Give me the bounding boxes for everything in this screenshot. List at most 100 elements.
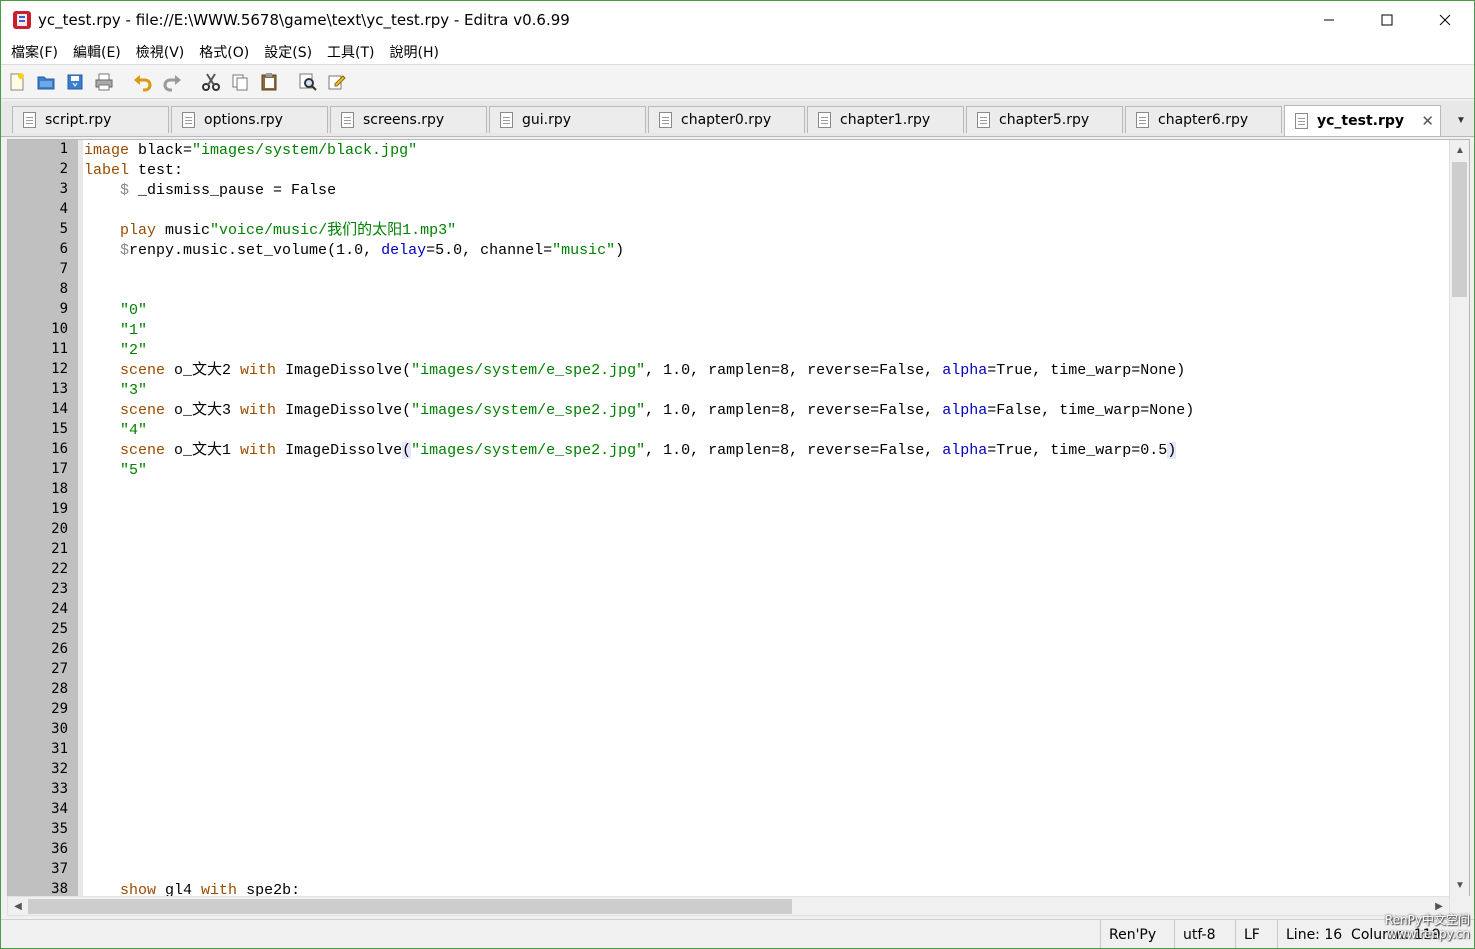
scroll-left-icon[interactable]: ◀ <box>8 897 28 915</box>
menu-format[interactable]: 格式(O) <box>193 42 258 62</box>
code-editor[interactable]: 1 2 3 4 5 6 7 8 9 10 11 12 13 14 15 16 17 18 19 20 21 22 23 24 2… <box>7 139 1470 896</box>
encoding-field[interactable]: utf-8 <box>1174 920 1233 948</box>
line-number: 18 <box>51 481 68 497</box>
code-token: "3" <box>120 382 148 399</box>
code-token: ) <box>615 242 625 259</box>
line-number: 27 <box>51 661 68 677</box>
code-token: show <box>120 882 157 896</box>
toolbar <box>1 65 1474 99</box>
line-number: 19 <box>51 501 68 517</box>
code-token: "images/system/e_spe2.jpg" <box>411 362 646 379</box>
code-token: o_文大3 <box>165 402 241 419</box>
horizontal-scroll-thumb[interactable] <box>28 899 792 914</box>
code-token: ) <box>1167 442 1177 459</box>
line-number: 16 <box>51 441 68 457</box>
line-number: 14 <box>51 401 68 417</box>
menu-file[interactable]: 檔案(F) <box>5 42 67 62</box>
title-bar: yc_test.rpy - file://E:\WWW.5678\game\te… <box>1 1 1474 39</box>
undo-button[interactable] <box>131 70 155 94</box>
vertical-scroll-thumb[interactable] <box>1452 162 1467 297</box>
tab-screens[interactable]: screens.rpy <box>330 106 487 133</box>
scroll-down-icon[interactable]: ▼ <box>1450 875 1469 895</box>
editra-app-icon[interactable] <box>12 10 32 30</box>
tab-list-dropdown[interactable]: ▼ <box>1452 111 1470 129</box>
tab-chapter0[interactable]: chapter0.rpy <box>648 106 805 133</box>
tab-chapter1[interactable]: chapter1.rpy <box>807 106 964 133</box>
line-number: 8 <box>59 281 68 297</box>
save-button[interactable] <box>63 70 87 94</box>
cut-button[interactable] <box>199 70 223 94</box>
document-icon <box>341 112 354 128</box>
menu-settings[interactable]: 設定(S) <box>258 42 321 62</box>
find-button[interactable] <box>296 70 320 94</box>
code-token: "0" <box>120 302 148 319</box>
new-file-icon <box>10 72 24 90</box>
tab-close-icon[interactable]: ✕ <box>1421 112 1434 130</box>
menu-view[interactable]: 檢視(V) <box>130 42 194 62</box>
line-number: 31 <box>51 741 68 757</box>
code-token: spe2b: <box>237 882 301 896</box>
find-icon <box>299 73 317 91</box>
tab-options[interactable]: options.rpy <box>171 106 328 133</box>
line-number: 36 <box>51 841 68 857</box>
line-number: 24 <box>51 601 68 617</box>
code-line: image black="images/system/black.jpg" <box>84 141 417 161</box>
menu-tools[interactable]: 工具(T) <box>321 42 383 62</box>
line-number: 9 <box>59 301 68 317</box>
tab-yc-test[interactable]: yc_test.rpy ✕ <box>1284 105 1441 136</box>
tab-script[interactable]: script.rpy <box>12 106 169 133</box>
code-area[interactable]: image black="images/system/black.jpg" lab… <box>84 140 1447 896</box>
code-line: $renpy.music.set_volume(1.0, delay=5.0, … <box>84 241 624 261</box>
paste-button[interactable] <box>257 70 281 94</box>
menu-help[interactable]: 說明(H) <box>384 42 448 62</box>
undo-icon <box>134 74 152 91</box>
code-line: $ _dismiss_pause = False <box>84 181 336 201</box>
lexer-field[interactable]: Ren'Py <box>1100 920 1172 948</box>
scroll-up-icon[interactable]: ▲ <box>1450 140 1469 160</box>
code-token: alpha <box>942 442 988 459</box>
tab-chapter5[interactable]: chapter5.rpy <box>966 106 1123 133</box>
line-number: 3 <box>59 181 68 197</box>
line-number: 1 <box>59 141 68 157</box>
copy-button[interactable] <box>228 70 252 94</box>
line-number: 25 <box>51 621 68 637</box>
vertical-scrollbar[interactable]: ▲ ▼ <box>1449 140 1469 896</box>
print-button[interactable] <box>92 70 116 94</box>
close-button[interactable] <box>1416 1 1474 39</box>
code-token: with <box>240 362 277 379</box>
code-token: scene <box>120 402 166 419</box>
print-icon <box>95 73 113 90</box>
code-token: ImageDissolve( <box>276 402 412 419</box>
line-number: 26 <box>51 641 68 657</box>
minimize-button[interactable] <box>1300 1 1358 39</box>
horizontal-scrollbar[interactable]: ◀ ▶ <box>7 896 1450 916</box>
line-number: 5 <box>59 221 68 237</box>
new-file-button[interactable] <box>5 70 29 94</box>
redo-button[interactable] <box>160 70 184 94</box>
code-line: label test: <box>84 161 183 181</box>
eol-field[interactable]: LF <box>1235 920 1275 948</box>
line-number: 35 <box>51 821 68 837</box>
tab-gui[interactable]: gui.rpy <box>489 106 646 133</box>
code-token: with <box>201 882 238 896</box>
tab-label: options.rpy <box>204 112 283 128</box>
tab-chapter6[interactable]: chapter6.rpy <box>1125 106 1282 133</box>
find-replace-button[interactable] <box>325 70 349 94</box>
code-token: "music" <box>552 242 616 259</box>
code-token: scene <box>120 362 166 379</box>
maximize-button[interactable] <box>1358 1 1416 39</box>
menu-edit[interactable]: 編輯(E) <box>67 42 130 62</box>
open-file-button[interactable] <box>34 70 58 94</box>
code-line: "2" <box>84 341 147 361</box>
line-number: 15 <box>51 421 68 437</box>
code-token: label <box>84 162 130 179</box>
code-token: o_文大2 <box>165 362 241 379</box>
document-icon <box>23 112 36 128</box>
line-number: 6 <box>59 241 68 257</box>
